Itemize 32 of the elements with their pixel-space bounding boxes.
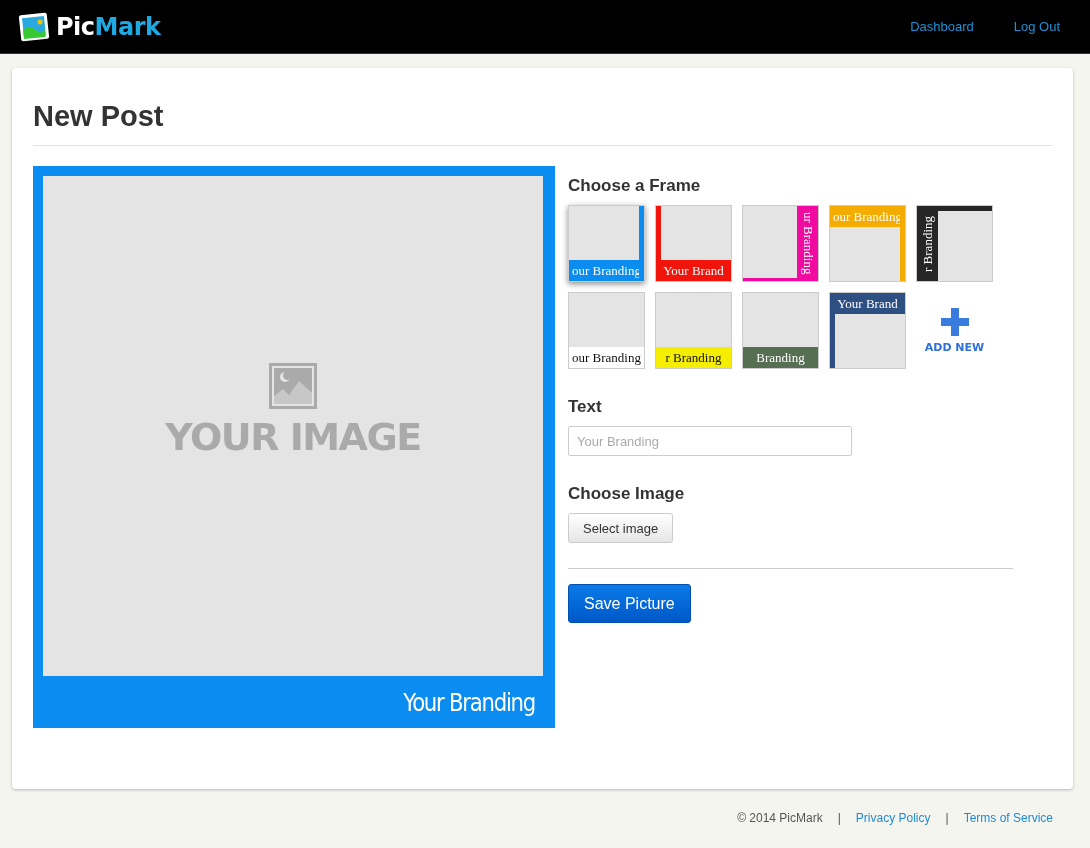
add-new-button[interactable]: ADD NEW [916,292,993,369]
branding-text: Your Branding [403,687,535,717]
branding-input[interactable]: Your Branding [568,426,852,456]
separator: | [837,811,841,825]
frame-band: Branding [743,347,818,368]
frame-option[interactable]: ur Branding [742,205,819,282]
save-button[interactable]: Save Picture [568,584,691,623]
copyright-text: © 2014 PicMark [737,811,823,825]
logo-icon [18,11,50,42]
nav-link[interactable]: Dashboard [910,19,974,34]
frame-option[interactable]: r Branding [655,292,732,369]
footer-link[interactable]: Terms of Service [963,811,1053,825]
section-heading: Choose Image [568,484,686,504]
frame-band: ur Branding [797,206,818,281]
logo-text[interactable]: PicMark [56,12,161,41]
placeholder-text: YOUR IMAGE [165,415,421,459]
frame-option[interactable]: our Branding [568,292,645,369]
plus-icon [939,307,970,337]
footer-link[interactable]: Privacy Policy [855,811,931,825]
frame-option[interactable]: Your Brand [655,205,732,282]
page-title: New Post [33,68,1053,146]
image-icon [269,363,317,409]
separator: | [945,811,949,825]
frame-option[interactable]: Your Brand [829,292,906,369]
frame-option[interactable]: Branding [742,292,819,369]
frame-option[interactable]: r Branding [916,205,993,282]
frame-band: r Branding [656,347,731,368]
nav-link[interactable]: Log Out [1013,19,1060,34]
section-heading: Choose a Frame [568,176,702,196]
section-heading: Text [568,397,603,417]
select-image-button[interactable]: Select image [568,513,674,543]
frame-band: our Branding [569,347,644,368]
